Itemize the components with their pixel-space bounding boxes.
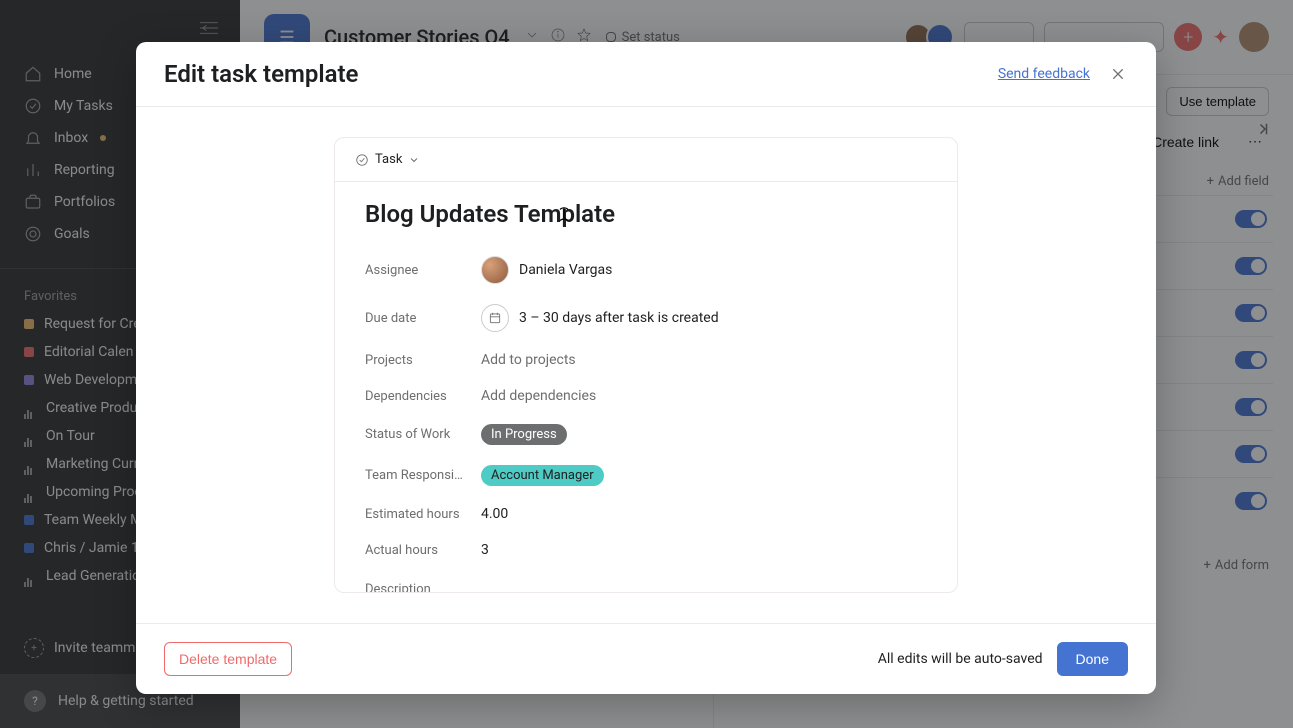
status-label: Status of Work [365,427,481,442]
done-label: Done [1076,651,1109,667]
assignee-field[interactable]: Assignee Daniela Vargas [365,246,927,294]
edit-task-template-modal: Edit task template Send feedback Task Bl… [136,42,1156,694]
actual-hours-value: 3 [481,542,489,558]
template-card: Task Blog Updates Template Assignee Dani… [334,137,958,593]
projects-value: Add to projects [481,352,576,368]
send-feedback-label: Send feedback [998,66,1090,82]
modal-footer: Delete template All edits will be auto-s… [136,623,1156,694]
modal-header: Edit task template Send feedback [136,42,1156,107]
due-date-label: Due date [365,311,481,326]
check-circle-icon [355,153,369,167]
close-icon[interactable] [1108,64,1128,84]
autosave-hint: All edits will be auto-saved [878,651,1043,667]
due-date-value: 3 – 30 days after task is created [519,310,719,326]
send-feedback-link[interactable]: Send feedback [998,66,1090,82]
delete-template-label: Delete template [179,651,277,667]
delete-template-button[interactable]: Delete template [164,642,292,676]
task-type-dropdown[interactable]: Task [335,138,957,182]
dependencies-value: Add dependencies [481,388,596,404]
modal-title: Edit task template [164,60,358,88]
assignee-label: Assignee [365,263,481,278]
chevron-down-icon [408,154,420,166]
est-hours-label: Estimated hours [365,507,481,522]
estimated-hours-field[interactable]: Estimated hours 4.00 [365,496,927,532]
est-hours-value: 4.00 [481,506,508,522]
status-of-work-field[interactable]: Status of Work In Progress [365,414,927,455]
template-title[interactable]: Blog Updates Template [365,200,927,228]
team-label: Team Responsi… [365,468,481,483]
team-pill: Account Manager [481,465,604,486]
assignee-value: Daniela Vargas [519,262,612,278]
description-label: Description [365,582,927,592]
done-button[interactable]: Done [1057,642,1128,676]
task-type-label: Task [375,152,402,167]
dependencies-field[interactable]: Dependencies Add dependencies [365,378,927,414]
due-date-field[interactable]: Due date 3 – 30 days after task is creat… [365,294,927,342]
team-responsible-field[interactable]: Team Responsi… Account Manager [365,455,927,496]
assignee-avatar [481,256,509,284]
projects-label: Projects [365,353,481,368]
actual-hours-label: Actual hours [365,543,481,558]
actual-hours-field[interactable]: Actual hours 3 [365,532,927,568]
modal-body: Task Blog Updates Template Assignee Dani… [136,107,1156,623]
status-pill: In Progress [481,424,567,445]
calendar-icon [481,304,509,332]
dependencies-label: Dependencies [365,389,481,404]
projects-field[interactable]: Projects Add to projects [365,342,927,378]
